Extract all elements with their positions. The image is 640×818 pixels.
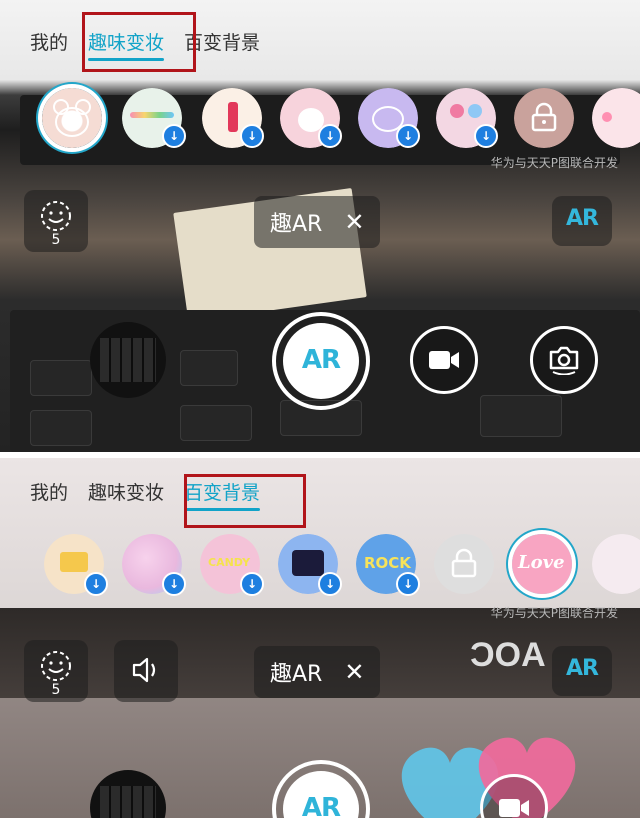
download-icon: ↓ xyxy=(162,124,186,148)
sticker-bunny[interactable] xyxy=(592,534,640,594)
sticker-flower[interactable] xyxy=(592,88,640,148)
tab-mine[interactable]: 我的 xyxy=(26,28,72,58)
face-count: 5 xyxy=(51,232,61,248)
sticker-bear[interactable] xyxy=(42,88,102,148)
speaker-icon xyxy=(132,657,156,683)
download-icon: ↓ xyxy=(396,124,420,148)
ar-logo: AR xyxy=(552,196,612,246)
ar-mode-pill: 趣AR ✕ xyxy=(254,646,381,698)
face-count: 5 xyxy=(51,682,61,698)
lock-icon xyxy=(531,102,557,132)
credit-text: 华为与天天P图联合开发 xyxy=(490,606,618,620)
sticker-strip: ↓ ↓ CANDY ↓ ↓ ROCK ↓ Love xyxy=(0,532,640,606)
face-count-button[interactable]: 5 xyxy=(24,190,88,252)
close-icon[interactable]: ✕ xyxy=(344,658,364,686)
tab-mine[interactable]: 我的 xyxy=(26,478,72,508)
highlight-box xyxy=(82,12,196,72)
video-camera-icon xyxy=(499,799,529,817)
download-icon: ↓ xyxy=(162,572,186,596)
video-mode-button[interactable] xyxy=(410,326,478,394)
download-icon: ↓ xyxy=(240,124,264,148)
smiley-face-icon xyxy=(41,651,71,681)
highlight-box xyxy=(184,474,306,528)
tab-fun-makeup[interactable]: 趣味变妆 xyxy=(84,478,168,508)
ar-mode-label: 趣AR xyxy=(270,662,323,687)
download-icon: ↓ xyxy=(84,572,108,596)
flip-camera-button[interactable] xyxy=(530,326,598,394)
shutter-button[interactable]: AR xyxy=(272,312,370,410)
sticker-strip: ↓ ↓ ↓ ↓ ↓ xyxy=(0,82,640,156)
sticker-locked[interactable] xyxy=(514,88,574,148)
ar-logo: AR xyxy=(552,646,612,696)
video-camera-icon xyxy=(429,351,459,369)
ar-mode-pill: 趣AR ✕ xyxy=(254,196,381,248)
sticker-love[interactable]: Love xyxy=(512,534,572,594)
download-icon: ↓ xyxy=(318,572,342,596)
download-icon: ↓ xyxy=(474,124,498,148)
camera-panel-backgrounds: AOC 我的 趣味变妆 百变背景 ↓ ↓ CANDY ↓ ↓ ROCK ↓ Lo… xyxy=(0,458,640,818)
download-icon: ↓ xyxy=(396,572,420,596)
close-icon[interactable]: ✕ xyxy=(344,208,364,236)
smiley-face-icon xyxy=(41,201,71,231)
sound-button[interactable] xyxy=(114,640,178,702)
lock-icon xyxy=(451,548,477,578)
gallery-thumbnail[interactable] xyxy=(90,322,166,398)
camera-flip-icon xyxy=(549,346,579,375)
ar-mode-label: 趣AR xyxy=(270,212,323,237)
credit-text: 华为与天天P图联合开发 xyxy=(490,156,618,170)
face-count-button[interactable]: 5 xyxy=(24,640,88,702)
download-icon: ↓ xyxy=(318,124,342,148)
download-icon: ↓ xyxy=(240,572,264,596)
sticker-locked[interactable] xyxy=(434,534,494,594)
camera-panel-makeup: 我的 趣味变妆 百变背景 ↓ ↓ ↓ ↓ ↓ 华为与天天P图联合开发 5 趣AR… xyxy=(0,0,640,452)
